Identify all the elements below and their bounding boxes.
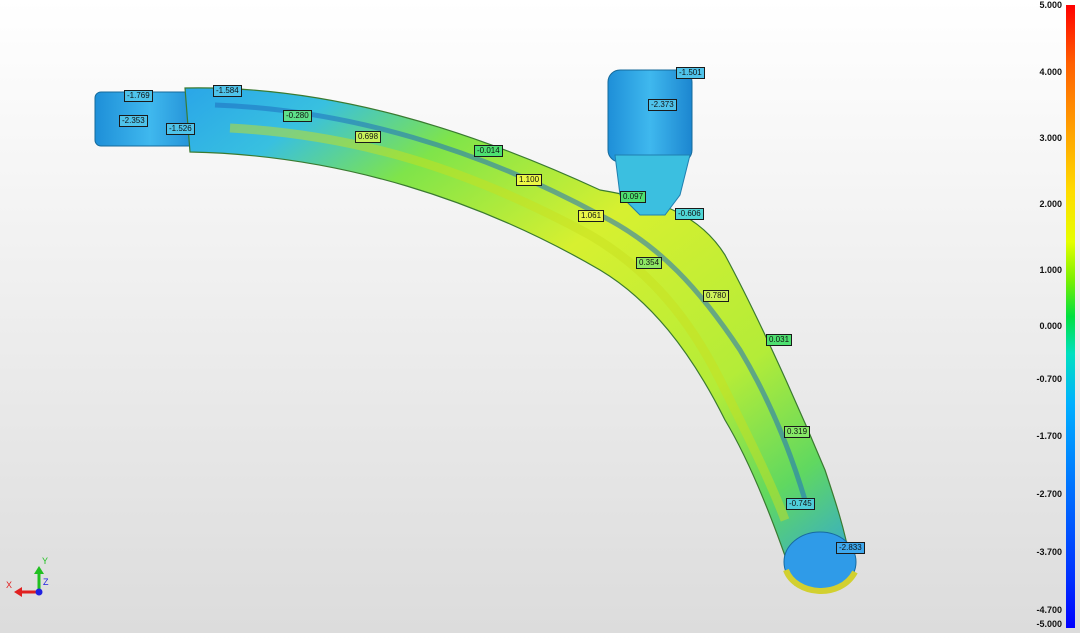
annotation-label[interactable]: -2.833 <box>836 542 865 554</box>
scale-tick-label: -1.700 <box>1036 431 1062 441</box>
scale-tick-label: -5.000 <box>1036 619 1062 629</box>
axis-x-label: X <box>6 580 13 590</box>
scale-tick-label: 0.000 <box>1039 321 1062 331</box>
axis-z-label: Z <box>43 577 49 587</box>
annotation-label[interactable]: -0.606 <box>675 208 704 220</box>
3d-viewport[interactable]: -1.769 -1.584 -2.353 -1.526 -0.280 0.698… <box>0 0 1080 633</box>
annotation-label[interactable]: 0.780 <box>703 290 730 302</box>
annotation-label[interactable]: -0.745 <box>786 498 815 510</box>
scale-tick-label: 5.000 <box>1039 0 1062 10</box>
annotation-label[interactable]: -1.501 <box>676 67 705 79</box>
scale-tick-label: 1.000 <box>1039 265 1062 275</box>
scale-tick-label: 3.000 <box>1039 133 1062 143</box>
scale-tick-label: -0.700 <box>1036 374 1062 384</box>
annotation-label[interactable]: -2.373 <box>648 99 677 111</box>
scale-tick-label: -3.700 <box>1036 547 1062 557</box>
annotation-label[interactable]: -0.014 <box>474 145 503 157</box>
annotation-label[interactable]: 0.097 <box>620 191 647 203</box>
part-model <box>94 69 858 594</box>
annotation-label[interactable]: 0.031 <box>766 334 793 346</box>
annotation-label[interactable]: 1.061 <box>578 210 605 222</box>
annotation-label[interactable]: 0.319 <box>784 426 811 438</box>
scale-tick-label: -4.700 <box>1036 605 1062 615</box>
scale-tick-label: 2.000 <box>1039 199 1062 209</box>
annotation-label[interactable]: -0.280 <box>283 110 312 122</box>
scale-tick-label: 4.000 <box>1039 67 1062 77</box>
axis-y-label: Y <box>42 556 49 566</box>
axis-triad: Y X Z <box>6 556 66 600</box>
scale-tick-label: -2.700 <box>1036 489 1062 499</box>
annotation-label[interactable]: 0.354 <box>636 257 663 269</box>
annotation-label[interactable]: -1.584 <box>213 85 242 97</box>
annotation-label[interactable]: -2.353 <box>119 115 148 127</box>
annotation-label[interactable]: -1.526 <box>166 123 195 135</box>
annotation-label[interactable]: -1.769 <box>124 90 153 102</box>
deviation-color-scale <box>1066 5 1075 628</box>
annotation-label[interactable]: 1.100 <box>516 174 543 186</box>
annotation-label[interactable]: 0.698 <box>355 131 382 143</box>
